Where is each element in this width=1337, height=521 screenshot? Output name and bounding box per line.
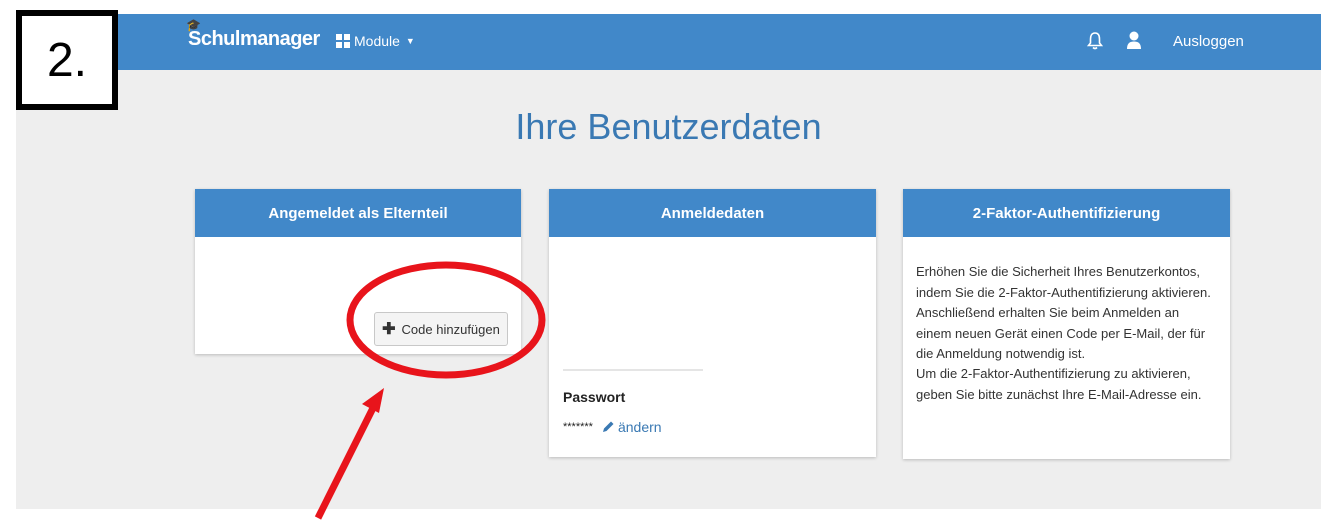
- annotation-overlay: [314, 261, 546, 520]
- pointer-arrow-head: [362, 388, 384, 413]
- highlight-circle: [346, 261, 546, 379]
- pointer-arrow-shaft: [314, 404, 378, 520]
